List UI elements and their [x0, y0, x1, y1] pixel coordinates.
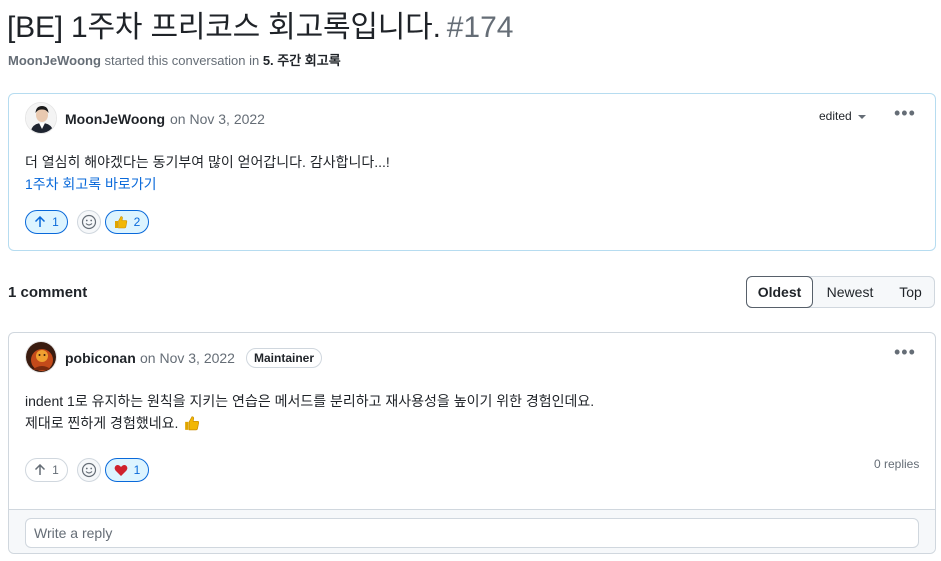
sort-oldest-button[interactable]: Oldest: [746, 276, 813, 308]
heart-count: 1: [133, 463, 141, 477]
thumbs-up-reaction[interactable]: 2: [105, 210, 149, 234]
comment-body-text: 제대로 찐하게 경험했네요.: [25, 415, 179, 431]
comment-author[interactable]: pobiconan: [65, 350, 136, 366]
add-reaction-button[interactable]: [77, 458, 101, 482]
more-options-icon[interactable]: •••: [894, 104, 916, 122]
reply-area: [9, 509, 935, 553]
edited-label: edited: [819, 109, 852, 123]
edited-dropdown[interactable]: edited: [819, 109, 866, 123]
upvote-button[interactable]: 1: [25, 458, 68, 482]
comment-body: indent 1로 유지하는 원칙을 지키는 연습은 메서드를 분리하고 재사용…: [25, 390, 594, 434]
smiley-icon: [81, 214, 97, 230]
thumbs-up-count: 2: [133, 215, 141, 229]
thumbs-up-icon: [185, 416, 200, 431]
sort-top-button[interactable]: Top: [887, 277, 934, 307]
add-reaction-button[interactable]: [77, 210, 101, 234]
comment-date[interactable]: on Nov 3, 2022: [140, 350, 235, 366]
discussion-number: #174: [446, 11, 514, 44]
discussion-meta: MoonJeWoong started this conversation in…: [8, 50, 341, 69]
discussion-title: [BE] 1주차 프리코스 회고록입니다.: [7, 11, 441, 44]
original-post-card: MoonJeWoong on Nov 3, 2022 edited ••• 더 …: [8, 93, 936, 251]
sort-newest-button[interactable]: Newest: [813, 277, 887, 307]
op-date[interactable]: on Nov 3, 2022: [170, 111, 265, 127]
upvote-button[interactable]: 1: [25, 210, 68, 234]
maintainer-badge: Maintainer: [246, 348, 323, 368]
meta-text: started this conversation in: [104, 53, 260, 68]
upvote-count: 1: [52, 215, 59, 229]
comment-card: pobiconan on Nov 3, 2022 Maintainer ••• …: [8, 332, 936, 554]
heart-reaction[interactable]: 1: [105, 458, 149, 482]
op-retrospective-link[interactable]: 1주차 회고록 바로가기: [25, 173, 390, 195]
more-options-icon[interactable]: •••: [894, 343, 916, 361]
thumbs-up-icon: [114, 216, 127, 229]
arrow-up-icon: [35, 216, 46, 227]
comments-count: 1 comment: [8, 284, 88, 301]
chevron-down-icon: [857, 114, 866, 119]
op-avatar[interactable]: [25, 102, 57, 134]
comment-avatar[interactable]: [25, 341, 57, 373]
replies-count: 0 replies: [874, 457, 920, 471]
meta-author-link[interactable]: MoonJeWoong: [8, 53, 101, 68]
comment-body-line: indent 1로 유지하는 원칙을 지키는 연습은 메서드를 분리하고 재사용…: [25, 393, 595, 409]
op-body: 더 열심히 해야겠다는 동기부여 많이 얻어갑니다. 감사합니다...! 1주차…: [25, 151, 390, 195]
op-author[interactable]: MoonJeWoong: [65, 111, 165, 127]
sort-segmented-control: Oldest Newest Top: [746, 276, 935, 308]
reply-input[interactable]: [25, 518, 919, 548]
op-body-line: 더 열심히 해야겠다는 동기부여 많이 얻어갑니다. 감사합니다...!: [25, 154, 390, 170]
discussion-title-row: [BE] 1주차 프리코스 회고록입니다. #174: [7, 2, 513, 46]
arrow-up-icon: [35, 464, 46, 475]
comment-body-line-2: 제대로 찐하게 경험했네요.: [25, 412, 594, 434]
heart-icon: [114, 464, 128, 476]
category-link[interactable]: 5. 주간 회고록: [263, 53, 341, 68]
smiley-icon: [81, 462, 97, 478]
upvote-count: 1: [52, 463, 59, 477]
